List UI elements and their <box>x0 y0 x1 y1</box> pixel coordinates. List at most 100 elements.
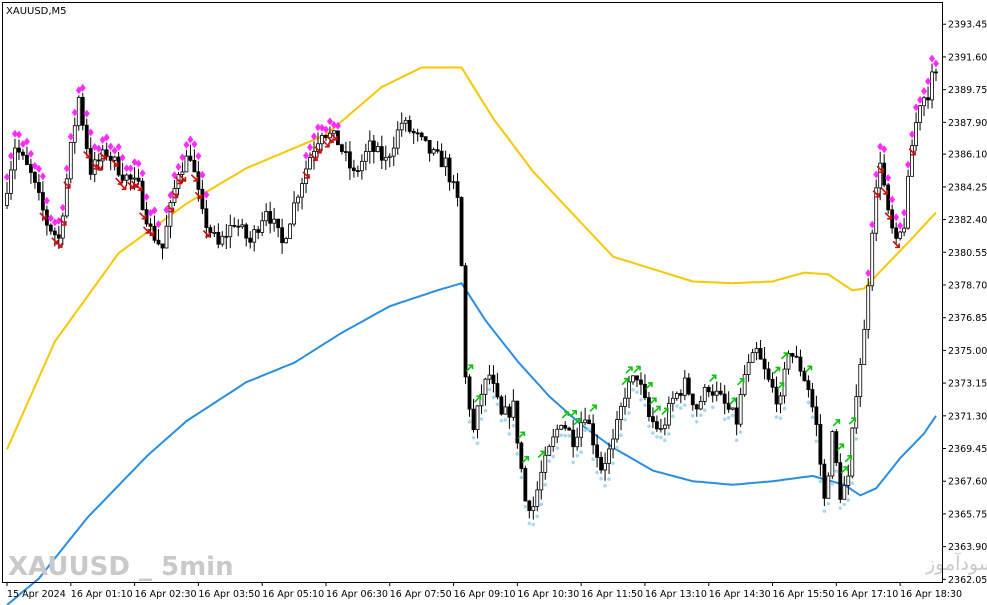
candle-body <box>658 428 663 430</box>
candle-body <box>148 223 153 227</box>
candle-body <box>56 234 61 239</box>
buy-signal-dot <box>539 502 544 507</box>
candle-body <box>535 489 540 507</box>
buy-signal-dot <box>615 445 619 450</box>
candle-body <box>511 400 516 418</box>
candle-body <box>248 237 253 243</box>
candle-body <box>411 130 416 134</box>
candle-body <box>21 151 25 156</box>
candle-body <box>619 406 623 420</box>
buy-signal-dot <box>782 406 787 411</box>
candle-body <box>88 148 93 175</box>
buy-signal-dot <box>471 435 476 440</box>
candle-body <box>419 132 424 138</box>
price-chart[interactable]: XAUUSD _ 5min انتشار در سایت سودآموز 239… <box>0 0 987 605</box>
buy-signal-dot <box>543 483 548 487</box>
candle-body <box>60 215 65 239</box>
candle-body <box>639 379 643 385</box>
candle-body <box>48 224 53 232</box>
candle-body <box>814 406 819 425</box>
buy-signal-dot <box>663 438 667 443</box>
candle-body <box>300 183 304 198</box>
time-tick-label: 16 Apr 18:30 <box>900 589 962 600</box>
candle-body <box>519 442 524 469</box>
candle-body <box>359 160 364 172</box>
candle-body <box>563 424 568 429</box>
candle-body <box>471 408 476 431</box>
buy-signal-dot <box>818 479 823 484</box>
time-tick-label: 16 Apr 15:50 <box>773 589 835 600</box>
candle-body <box>379 146 384 161</box>
candle-body <box>344 151 348 153</box>
buy-signal-dot <box>710 405 715 410</box>
buy-signal-dot <box>559 433 564 438</box>
candle-body <box>754 348 759 354</box>
buy-signal-dot <box>519 475 524 480</box>
time-tick-label: 16 Apr 01:10 <box>71 589 133 600</box>
price-tick-label: 2373.15 <box>948 379 987 390</box>
buy-signal-dot <box>579 450 583 454</box>
candle-body <box>539 471 544 491</box>
candle-body <box>483 378 488 395</box>
candle-body <box>272 218 277 224</box>
candle-body <box>112 156 117 161</box>
candle-body <box>136 177 141 182</box>
candle-body <box>459 197 464 267</box>
candle-body <box>834 431 839 464</box>
buy-signal-dot <box>623 417 627 422</box>
candle-body <box>128 174 133 180</box>
buy-signal-dot <box>507 432 512 436</box>
candle-body <box>184 155 189 173</box>
buy-signal-dot <box>479 417 484 421</box>
buy-signal-dot <box>475 441 480 446</box>
candle-body <box>842 485 847 500</box>
buy-signal-dot <box>667 432 671 436</box>
candle-body <box>830 431 835 477</box>
candle-body <box>655 421 659 430</box>
buy-signal-dot <box>515 452 520 456</box>
candle-body <box>531 506 536 511</box>
time-tick-label: 16 Apr 17:10 <box>836 589 898 600</box>
buy-signal-dot <box>631 387 635 392</box>
candle-body <box>926 97 930 101</box>
candle-body <box>547 445 552 456</box>
time-tick-label: 16 Apr 06:30 <box>326 589 388 600</box>
candle-body <box>407 119 412 132</box>
candle-body <box>13 147 17 171</box>
candle-body <box>627 381 631 399</box>
buy-signal-dot <box>722 417 727 422</box>
price-tick-label: 2362.05 <box>948 575 987 586</box>
candle-body <box>340 144 344 152</box>
buy-signal-dot <box>846 498 851 502</box>
candle-body <box>320 135 324 145</box>
buy-signal-dot <box>726 416 731 420</box>
candle-body <box>706 387 711 393</box>
buy-signal-dot <box>563 433 568 438</box>
buy-signal-dot <box>854 437 859 441</box>
candle-body <box>822 463 827 499</box>
candle-body <box>351 167 356 171</box>
candle-body <box>80 96 85 126</box>
candle-body <box>33 172 37 183</box>
candle-body <box>603 462 607 471</box>
price-tick-label: 2378.70 <box>948 280 987 291</box>
buy-signal-dot <box>547 459 552 463</box>
candle-body <box>790 353 795 357</box>
candle-body <box>898 231 903 239</box>
candle-body <box>204 208 209 228</box>
candle-body <box>443 157 448 168</box>
candle-body <box>280 227 285 244</box>
buy-signal-dot <box>607 477 611 481</box>
buy-signal-dot <box>838 506 843 510</box>
buy-signal-dot <box>814 439 819 443</box>
candle-body <box>882 162 887 186</box>
candle-body <box>347 151 352 169</box>
price-tick-label: 2384.25 <box>948 182 987 193</box>
buy-signal-dot <box>551 454 556 459</box>
candle-body <box>168 202 173 227</box>
candle-body <box>288 223 292 239</box>
price-tick-label: 2369.45 <box>948 444 987 455</box>
buy-signal-dot <box>698 413 703 417</box>
buy-signal-dot <box>834 469 839 473</box>
candle-body <box>770 378 775 388</box>
